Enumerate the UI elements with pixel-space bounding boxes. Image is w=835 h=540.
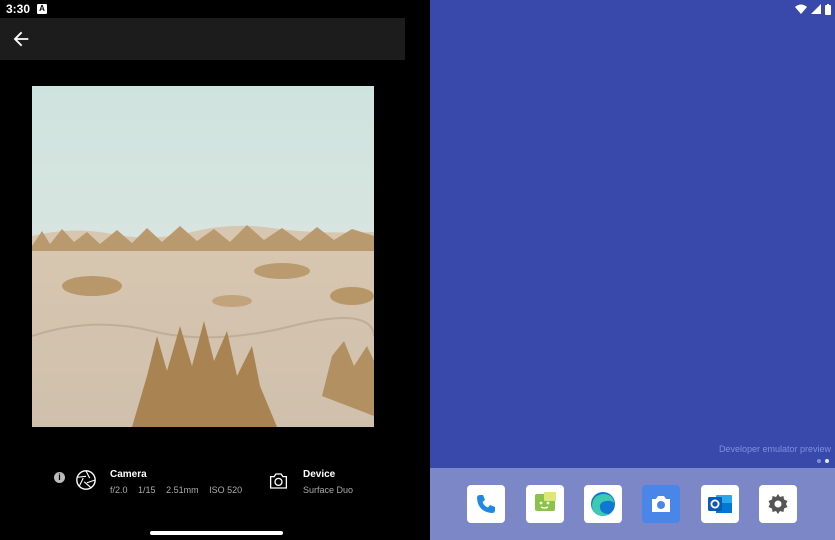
gesture-home-bar[interactable] [150,531,283,535]
photo-viewer-pane: 3:30 A i Camera f/2.0 1/15 2.51mm ISO 52… [0,0,430,540]
status-icons [795,3,831,15]
page-dot-2[interactable] [825,459,829,463]
gear-icon [768,494,788,514]
battery-icon [825,3,831,15]
status-bar: 3:30 A [0,0,430,18]
info-icon[interactable]: i [54,472,65,483]
app-dock [430,468,835,540]
camera-device-icon [269,473,288,489]
sand-dunes-photo [32,86,374,427]
phone-icon [477,495,495,513]
phone-app-icon[interactable] [467,485,505,523]
camera-icon [652,496,670,512]
messages-icon [535,492,556,511]
emulator-label: Developer emulator preview [718,444,831,454]
camera-specs: f/2.0 1/15 2.51mm ISO 520 [110,485,250,495]
edge-icon [591,492,615,516]
camera-title: Camera [110,469,147,480]
device-model: Surface Duo [303,485,354,495]
notification-a-icon: A [37,4,47,14]
page-dot-1[interactable] [817,459,821,463]
wifi-icon [795,4,807,14]
iso-value: ISO 520 [209,485,243,495]
outlook-app-icon[interactable] [701,485,739,523]
page-indicator [817,459,829,463]
status-time: 3:30 [6,2,31,16]
app-bar [0,18,405,60]
device-title: Device [303,469,336,480]
aperture-value: f/2.0 [110,485,128,495]
focal-length-value: 2.51mm [166,485,199,495]
photo-metadata: i Camera f/2.0 1/15 2.51mm ISO 520 Devic… [0,462,430,502]
messages-app-icon[interactable] [526,485,564,523]
edge-app-icon[interactable] [584,485,622,523]
home-screen-pane: Developer emulator preview [430,0,835,540]
back-arrow-icon[interactable] [10,28,32,50]
signal-icon [811,4,821,14]
aperture-icon [76,470,96,490]
camera-app-icon[interactable] [642,485,680,523]
outlook-icon [708,495,732,513]
settings-app-icon[interactable] [759,485,797,523]
shutter-value: 1/15 [138,485,156,495]
